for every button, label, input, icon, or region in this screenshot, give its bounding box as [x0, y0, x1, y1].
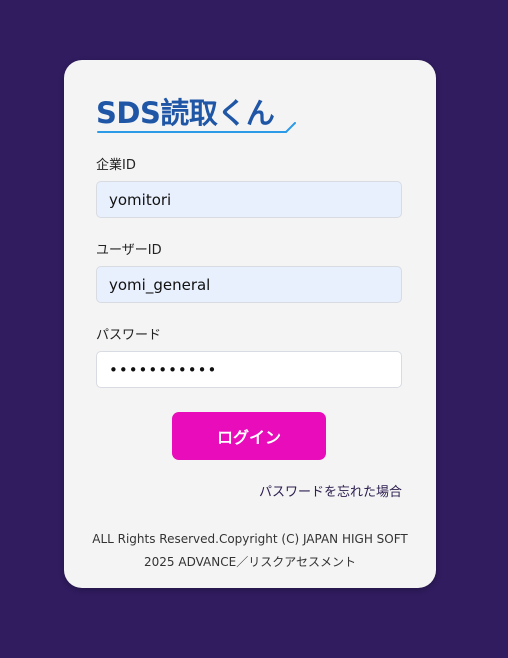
forgot-password-link[interactable]: パスワードを忘れた場合 — [259, 481, 402, 500]
user-id-field[interactable] — [96, 266, 402, 303]
login-button[interactable]: ログイン — [172, 412, 326, 460]
footer-copyright: ALL Rights Reserved.Copyright (C) JAPAN … — [92, 532, 408, 546]
password-field[interactable] — [96, 351, 402, 388]
company-id-field[interactable] — [96, 181, 402, 218]
app-logo: SDS読取くん — [96, 94, 306, 138]
company-id-label: 企業ID — [96, 158, 136, 173]
password-label: パスワード — [96, 328, 162, 343]
login-card: SDS読取くん 企業ID ユーザーID パスワード ログイン パスワードを忘れた… — [64, 60, 436, 588]
logo-underline — [97, 122, 296, 133]
footer-product: 2025 ADVANCE／リスクアセスメント — [144, 555, 356, 569]
user-id-label: ユーザーID — [96, 243, 162, 258]
